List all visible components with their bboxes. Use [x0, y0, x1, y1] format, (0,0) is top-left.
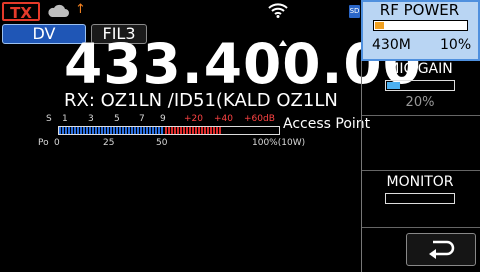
po-tick-0: 0: [54, 138, 60, 148]
sd-card-icon: SD: [349, 5, 360, 18]
s-tick-plus20: +20: [184, 114, 203, 124]
rx-callsign: RX: OZ1LN /ID51(KALD OZ1LN: [64, 90, 338, 111]
po-tick-100: 100%(10W): [252, 138, 306, 148]
meter-bar-red: [165, 127, 221, 134]
s-tick-7: 7: [139, 114, 145, 124]
mic-gain-label: MIC GAIN: [387, 61, 453, 77]
s-tick-1: 1: [62, 114, 68, 124]
tx-indicator: TX: [2, 2, 40, 22]
s-tick-plus40: +40: [214, 114, 233, 124]
panel-divider-1: [362, 115, 480, 116]
cloud-icon: [48, 4, 69, 17]
monitor-bar[interactable]: [385, 193, 455, 204]
mic-gain-fill: [387, 82, 400, 89]
access-point-label: Access Point: [283, 116, 371, 132]
s-tick-9: 9: [160, 114, 166, 124]
mic-gain-value: 20%: [405, 95, 435, 110]
monitor-label: MONITOR: [386, 174, 454, 190]
po-tick-50: 50: [156, 138, 168, 148]
s-tick-3: 3: [88, 114, 94, 124]
meter-bar-blue: [59, 127, 164, 134]
po-label: Po: [38, 138, 49, 148]
rf-power-selection: [361, 0, 480, 61]
s-tick-plus60: +60dB: [244, 114, 275, 124]
panel-divider-3: [362, 227, 480, 228]
s-meter-label: S: [46, 114, 52, 124]
up-arrow-icon: ↑: [75, 2, 86, 17]
tuning-step-marker: [279, 40, 287, 46]
s-tick-5: 5: [114, 114, 120, 124]
po-tick-25: 25: [103, 138, 115, 148]
wifi-icon: [268, 3, 288, 18]
return-arrow-icon: [429, 240, 455, 259]
back-button[interactable]: [406, 233, 476, 266]
panel-divider-2: [362, 170, 480, 171]
